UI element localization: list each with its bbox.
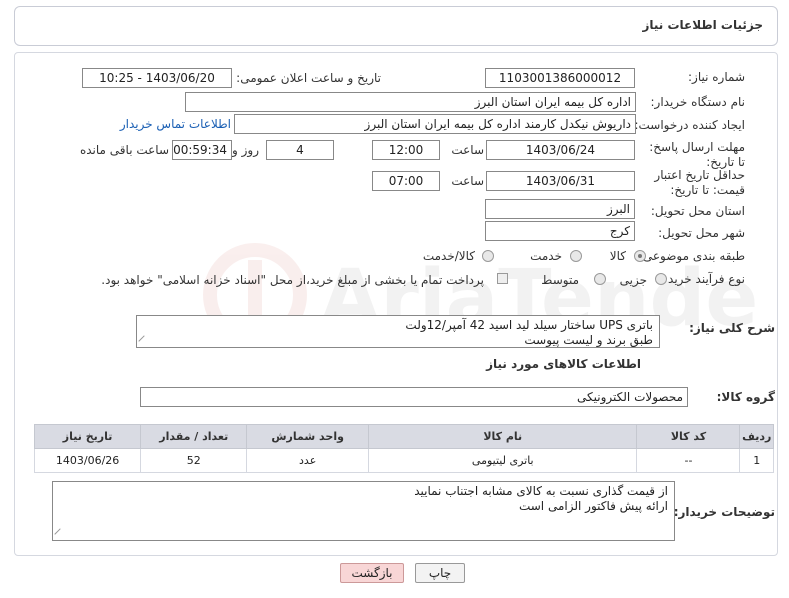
resize-handle-icon[interactable] <box>54 528 66 540</box>
col-unit: واحد شمارش <box>246 424 370 449</box>
category-service-label: خدمت <box>530 249 562 263</box>
category-label: طبقه بندی موضوعی: <box>638 249 745 263</box>
purchase-type-label: نوع فرآیند خرید : <box>660 272 745 286</box>
header-panel: جزئیات اطلاعات نیاز <box>14 6 778 46</box>
need-number-field: 1103001386000012 <box>485 68 635 88</box>
category-goods-service-label: کالا/خدمت <box>422 249 475 263</box>
description-line-1: باتری UPS ساختار سیلد لید اسید 42 آمپر/1… <box>405 318 653 332</box>
cell-row: 1 <box>739 448 774 473</box>
items-table: ردیف کد کالا نام کالا واحد شمارش تعداد /… <box>33 424 774 473</box>
category-goods-service-radio[interactable] <box>482 250 494 262</box>
days-label: روز و <box>232 143 259 157</box>
cell-name: باتری لیتیومی <box>368 448 638 473</box>
delivery-city-field: کرج <box>485 221 635 241</box>
reply-time-label: ساعت <box>451 143 484 157</box>
purchase-medium-radio[interactable] <box>594 273 606 285</box>
table-header-row: ردیف کد کالا نام کالا واحد شمارش تعداد /… <box>33 424 774 449</box>
reply-deadline-time: 12:00 <box>372 140 440 160</box>
buyer-org-field: اداره کل بیمه ایران استان البرز <box>185 92 636 112</box>
buyer-notes-textarea: از قیمت گذاری نسبت به کالای مشابه اجتناب… <box>52 481 675 541</box>
purchase-medium-label: متوسط <box>541 273 579 287</box>
cell-code: -- <box>636 448 741 473</box>
cell-qty: 52 <box>140 448 248 473</box>
page-title: جزئیات اطلاعات نیاز <box>642 18 763 32</box>
category-service-radio[interactable] <box>570 250 582 262</box>
description-label: شرح کلی نیاز: <box>689 321 775 335</box>
price-validity-label: حداقل تاریخ اعتبار قیمت: تا تاریخ: <box>654 168 745 197</box>
announce-datetime-field: 1403/06/20 - 10:25 <box>82 68 232 88</box>
col-name: نام کالا <box>368 424 638 449</box>
col-code: کد کالا <box>636 424 741 449</box>
need-number-label: شماره نیاز: <box>688 70 745 84</box>
buyer-org-label: نام دستگاه خریدار: <box>650 95 746 109</box>
purchase-minor-label: جزیی <box>619 273 647 287</box>
category-goods-radio[interactable] <box>634 250 646 262</box>
remaining-label: ساعت باقی مانده <box>79 143 169 157</box>
back-button[interactable]: بازگشت <box>340 563 404 583</box>
description-textarea: باتری UPS ساختار سیلد لید اسید 42 آمپر/1… <box>136 315 660 348</box>
buyer-notes-label: توضیحات خریدار: <box>673 505 775 519</box>
col-qty: تعداد / مقدار <box>140 424 248 449</box>
buyer-contact-link[interactable]: اطلاعات تماس خریدار <box>120 117 231 131</box>
price-validity-date: 1403/06/31 <box>486 171 635 191</box>
delivery-province-label: استان محل تحویل: <box>650 204 745 218</box>
reply-days-field: 4 <box>266 140 334 160</box>
buyer-notes-line-2: ارائه پیش فاکتور الزامی است <box>518 499 668 513</box>
table-row: 1 -- باتری لیتیومی عدد 52 1403/06/26 <box>33 448 774 473</box>
treasury-checkbox[interactable] <box>497 273 508 284</box>
price-time-label: ساعت <box>451 174 484 188</box>
goods-group-label: گروه کالا: <box>716 390 775 404</box>
delivery-province-field: البرز <box>485 199 635 219</box>
announce-datetime-label: تاریخ و ساعت اعلان عمومی: <box>236 71 381 85</box>
buyer-notes-line-1: از قیمت گذاری نسبت به کالای مشابه اجتناب… <box>414 484 668 498</box>
purchase-minor-radio[interactable] <box>655 273 667 285</box>
col-row: ردیف <box>739 424 774 449</box>
goods-group-field: محصولات الکترونیکی <box>140 387 688 407</box>
goods-section-title: اطلاعات کالاهای مورد نیاز <box>486 357 641 371</box>
category-goods-label: کالا <box>609 249 626 263</box>
col-date: تاریخ نیاز <box>33 424 142 449</box>
print-button[interactable]: چاپ <box>415 563 465 583</box>
requester-label: ایجاد کننده درخواست: <box>634 118 745 132</box>
cell-unit: عدد <box>246 448 370 473</box>
reply-deadline-date: 1403/06/24 <box>486 140 635 160</box>
description-line-2: طبق برند و لیست پیوست <box>524 333 653 347</box>
price-validity-time: 07:00 <box>372 171 440 191</box>
requester-field: داریوش نیکدل کارمند اداره کل بیمه ایران … <box>234 114 636 134</box>
remaining-time-field: 00:59:34 <box>172 140 232 160</box>
delivery-city-label: شهر محل تحویل: <box>658 226 745 240</box>
reply-deadline-label: مهلت ارسال پاسخ: تا تاریخ: <box>649 140 745 169</box>
cell-date: 1403/06/26 <box>33 448 142 473</box>
treasury-note: پرداخت تمام یا بخشی از مبلغ خرید،از محل … <box>101 273 484 287</box>
